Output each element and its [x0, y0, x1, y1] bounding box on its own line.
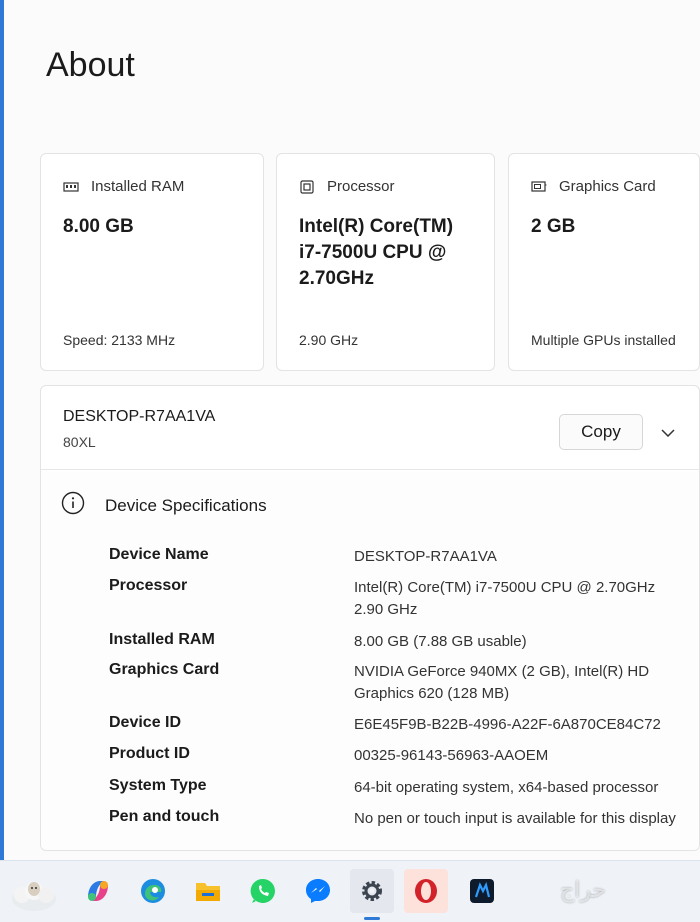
- spec-label-pen-and-touch: Pen and touch: [109, 808, 220, 825]
- memory-icon: [63, 179, 79, 195]
- device-name: DESKTOP-R7AA1VA: [63, 408, 216, 425]
- opera-icon[interactable]: [404, 869, 448, 913]
- weather-sheep-icon[interactable]: [6, 869, 62, 913]
- spec-value-installed-ram: 8.00 GB (7.88 GB usable): [354, 633, 527, 650]
- info-icon: [61, 491, 85, 520]
- card-foot: 2.90 GHz: [299, 332, 359, 348]
- device-panel: DESKTOP-R7AA1VA 80XL Copy Device Specifi…: [40, 385, 700, 851]
- device-model: 80XL: [63, 434, 96, 450]
- spec-section-title: Device Specifications: [105, 495, 267, 515]
- spec-value-device-name: DESKTOP-R7AA1VA: [354, 548, 497, 565]
- spec-label-device-name: Device Name: [109, 546, 209, 563]
- card-label: Graphics Card: [559, 178, 656, 195]
- card-value: 8.00 GB: [63, 216, 134, 237]
- card-foot: Multiple GPUs installed: [531, 332, 676, 348]
- spec-label-device-id: Device ID: [109, 714, 182, 731]
- spec-label-processor: Processor: [109, 577, 188, 594]
- card-installed-ram: Installed RAM 8.00 GB Speed: 2133 MHz: [40, 153, 264, 371]
- app-icon[interactable]: [460, 869, 504, 913]
- card-processor: Processor Intel(R) Core(TM) i7-7500U CPU…: [276, 153, 495, 371]
- card-graphics: Graphics Card 2 GB Multiple GPUs install…: [508, 153, 700, 371]
- spec-value-system-type: 64-bit operating system, x64-based proce…: [354, 779, 659, 796]
- messenger-icon[interactable]: [296, 869, 340, 913]
- card-label: Processor: [327, 178, 395, 195]
- graphics-card-icon: [531, 179, 547, 195]
- copy-button[interactable]: Copy: [559, 414, 643, 450]
- card-label: Installed RAM: [91, 178, 185, 195]
- chevron-up-icon[interactable]: [655, 420, 681, 446]
- spec-label-system-type: System Type: [109, 777, 207, 794]
- spec-value-device-id: E6E45F9B-B22B-4996-A22F-6A870CE84C72: [354, 716, 661, 733]
- watermark-logo: حراج: [560, 878, 607, 903]
- file-explorer-icon[interactable]: [186, 869, 230, 913]
- spec-label-graphics-card: Graphics Card: [109, 661, 220, 678]
- device-specifications: Device Specifications Device Name DESKTO…: [41, 471, 699, 850]
- spec-label-product-id: Product ID: [109, 745, 190, 762]
- processor-icon: [299, 179, 315, 195]
- spec-label-installed-ram: Installed RAM: [109, 631, 215, 648]
- spec-value-product-id: 00325-96143-56963-AAOEM: [354, 747, 549, 764]
- spec-value-processor: Intel(R) Core(TM) i7-7500U CPU @ 2.70GHz…: [354, 579, 656, 618]
- edge-icon[interactable]: [131, 869, 175, 913]
- page-title: About: [46, 46, 135, 84]
- settings-window: About Installed RAM 8.00 GB Speed: 2133 …: [4, 0, 700, 860]
- card-value: Intel(R) Core(TM) i7-7500U CPU @ 2.70GHz: [299, 216, 454, 289]
- card-foot: Speed: 2133 MHz: [63, 332, 176, 348]
- card-value: 2 GB: [531, 216, 576, 237]
- whatsapp-icon[interactable]: [241, 869, 285, 913]
- spec-value-graphics-card: NVIDIA GeForce 940MX (2 GB), Intel(R) HD…: [354, 663, 650, 702]
- spec-value-pen-and-touch: No pen or touch input is available for t…: [354, 810, 676, 827]
- settings-icon[interactable]: [350, 869, 394, 920]
- copilot-icon[interactable]: [76, 869, 120, 913]
- active-indicator: [364, 917, 380, 920]
- device-header[interactable]: DESKTOP-R7AA1VA 80XL Copy: [41, 386, 699, 470]
